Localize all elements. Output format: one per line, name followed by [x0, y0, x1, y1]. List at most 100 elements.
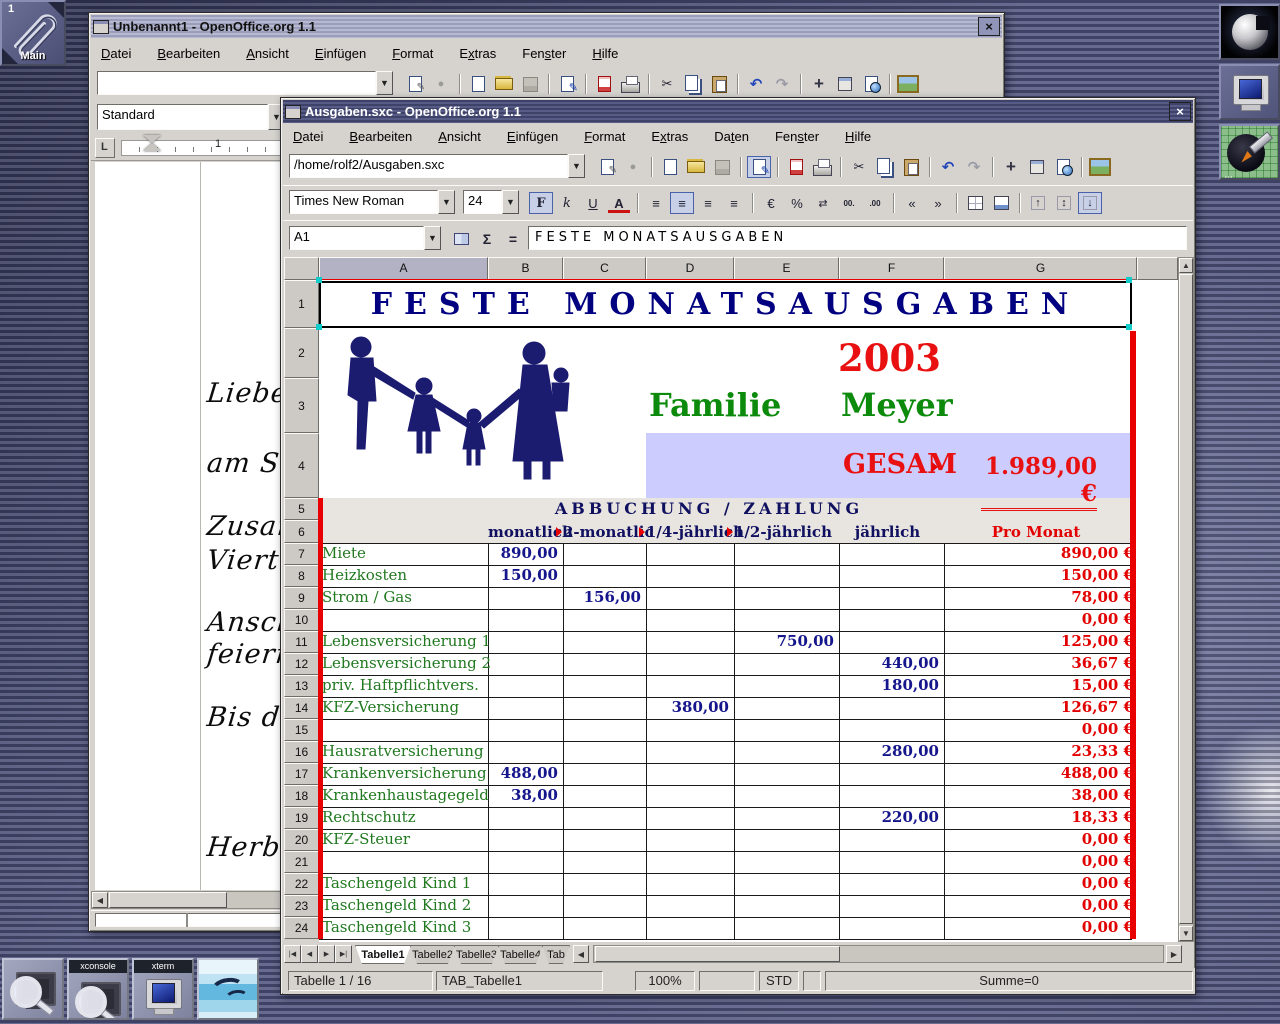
row-header-11[interactable]: 11	[284, 631, 319, 653]
cell-reference-value[interactable]: A1	[289, 226, 424, 250]
status-sum[interactable]: Summe=0	[825, 971, 1193, 991]
row-header-7[interactable]: 7	[284, 543, 319, 565]
menu-item-hilfe[interactable]: Hilfe	[592, 46, 618, 61]
percent-button[interactable]: %	[785, 192, 809, 214]
export-pdf-icon[interactable]	[592, 73, 616, 95]
url-combobox[interactable]: /home/rolf2/Ausgaben.sxc ▼	[289, 154, 585, 178]
taskbar-tile-xconsole[interactable]: xconsole	[67, 958, 129, 1020]
gallery-icon[interactable]	[1088, 156, 1112, 178]
scroll-down-icon[interactable]: ▼	[1179, 926, 1193, 941]
cut-icon[interactable]: ✂	[655, 73, 679, 95]
column-header-E[interactable]: E	[734, 257, 839, 280]
close-icon[interactable]: ×	[978, 17, 1000, 36]
align-left-button[interactable]: ≡	[644, 192, 668, 214]
borders-button[interactable]	[963, 192, 987, 214]
horizontal-scrollbar[interactable]	[593, 945, 1164, 963]
cell-F19[interactable]: 220,00	[839, 807, 943, 829]
menu-item-fenster[interactable]: Fenster	[775, 129, 819, 144]
row-header-14[interactable]: 14	[284, 697, 319, 719]
row-header-12[interactable]: 12	[284, 653, 319, 675]
cell-A24[interactable]: Taschengeld Kind 3	[319, 917, 487, 939]
cell-G18[interactable]: 38,00 €	[944, 785, 1136, 807]
tab-scroll-left-icon[interactable]: ◀	[573, 945, 589, 963]
redo-icon[interactable]: ↷	[962, 156, 986, 178]
cell-G23[interactable]: 0,00 €	[944, 895, 1136, 917]
cell-A19[interactable]: Rechtschutz	[319, 807, 487, 829]
menu-item-einfügen[interactable]: Einfügen	[507, 129, 558, 144]
undo-icon[interactable]: ↶	[744, 73, 768, 95]
menu-item-extras[interactable]: Extras	[459, 46, 496, 61]
row-header-24[interactable]: 24	[284, 917, 319, 939]
remove-decimal-button[interactable]: .00	[863, 192, 887, 214]
font-color-button[interactable]: A	[607, 192, 631, 214]
first-sheet-button[interactable]: |◀	[284, 945, 301, 963]
cell-E11[interactable]: 750,00	[734, 631, 838, 653]
currency-button[interactable]: €	[759, 192, 783, 214]
cell-A11[interactable]: Lebensversicherung 1	[319, 631, 487, 653]
taskbar-tile[interactable]	[197, 958, 259, 1020]
url-input[interactable]	[97, 71, 376, 95]
period-header-E6[interactable]: 1/2-jährlich	[734, 522, 831, 542]
cell-A18[interactable]: Krankenhaustagegeld	[319, 785, 487, 807]
cell-A12[interactable]: Lebensversicherung 2	[319, 653, 487, 675]
row-header-20[interactable]: 20	[284, 829, 319, 851]
menu-item-format[interactable]: Format	[584, 129, 625, 144]
cell-G24[interactable]: 0,00 €	[944, 917, 1136, 939]
menu-item-fenster[interactable]: Fenster	[522, 46, 566, 61]
next-sheet-button[interactable]: ▶	[318, 945, 335, 963]
font-size-combobox[interactable]: 24 ▼	[463, 190, 519, 214]
row-header-18[interactable]: 18	[284, 785, 319, 807]
load-url-icon[interactable]	[595, 156, 619, 178]
status-sheet-position[interactable]: Tabelle 1 / 16	[288, 971, 433, 991]
paragraph-style-combobox[interactable]: Standard ▼	[97, 104, 285, 130]
font-size-value[interactable]: 24	[463, 190, 502, 214]
scroll-thumb[interactable]	[1179, 274, 1193, 924]
load-url-icon[interactable]	[403, 73, 427, 95]
hyperlink-icon[interactable]	[1051, 156, 1075, 178]
selection-handle[interactable]	[1126, 324, 1132, 330]
window-menu-icon[interactable]	[285, 105, 301, 119]
cell-A23[interactable]: Taschengeld Kind 2	[319, 895, 487, 917]
column-header-A[interactable]: A	[319, 257, 488, 280]
cell-F16[interactable]: 280,00	[839, 741, 943, 763]
writer-titlebar[interactable]: Unbenannt1 - OpenOffice.org 1.1 ×	[91, 15, 1002, 38]
menu-item-bearbeiten[interactable]: Bearbeiten	[349, 129, 412, 144]
chevron-down-icon[interactable]: ▼	[424, 226, 441, 250]
menu-item-bearbeiten[interactable]: Bearbeiten	[157, 46, 220, 61]
cell-A20[interactable]: KFZ-Steuer	[319, 829, 487, 851]
increase-indent-button[interactable]: »	[926, 192, 950, 214]
undo-icon[interactable]: ↶	[936, 156, 960, 178]
cell-F12[interactable]: 440,00	[839, 653, 943, 675]
cell-B18[interactable]: 38,00	[488, 785, 562, 807]
cell-A9[interactable]: Strom / Gas	[319, 587, 487, 609]
stylist-icon[interactable]	[833, 73, 857, 95]
selection-handle[interactable]	[316, 324, 322, 330]
sum-icon[interactable]: Σ	[475, 228, 499, 250]
row-header-5[interactable]: 5	[284, 498, 319, 520]
dock-tile[interactable]	[1219, 4, 1280, 60]
open-icon[interactable]	[684, 156, 708, 178]
new-doc-icon[interactable]	[466, 73, 490, 95]
gallery-icon[interactable]	[896, 73, 920, 95]
main-menu-button[interactable]: 1 Main	[0, 0, 66, 66]
column-header-G[interactable]: G	[944, 257, 1137, 280]
cell-G22[interactable]: 0,00 €	[944, 873, 1136, 895]
cell-B8[interactable]: 150,00	[488, 565, 562, 587]
status-zoom[interactable]: 100%	[635, 971, 695, 991]
row-header-13[interactable]: 13	[284, 675, 319, 697]
row-header-10[interactable]: 10	[284, 609, 319, 631]
menu-item-datei[interactable]: Datei	[293, 129, 323, 144]
tab-type-button[interactable]	[95, 138, 115, 158]
cell-G17[interactable]: 488,00 €	[944, 763, 1136, 785]
menu-item-extras[interactable]: Extras	[651, 129, 688, 144]
cell-A22[interactable]: Taschengeld Kind 1	[319, 873, 487, 895]
status-selection-mode[interactable]: STD	[759, 971, 799, 991]
save-icon[interactable]	[710, 156, 734, 178]
cell-A16[interactable]: Hausratversicherung	[319, 741, 487, 763]
column-header-B[interactable]: B	[488, 257, 563, 280]
row-header-1[interactable]: 1	[284, 280, 319, 328]
export-pdf-icon[interactable]	[784, 156, 808, 178]
scroll-left-icon[interactable]: ◀	[92, 892, 108, 908]
paragraph-style-value[interactable]: Standard	[97, 104, 268, 130]
column-header-D[interactable]: D	[646, 257, 734, 280]
